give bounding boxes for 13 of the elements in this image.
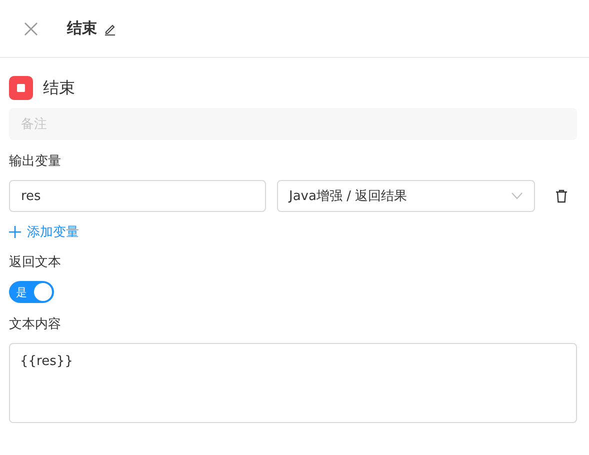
- close-icon[interactable]: [24, 22, 38, 36]
- field-label: 文本内容: [9, 316, 62, 333]
- trash-icon[interactable]: [555, 189, 568, 203]
- source-select[interactable]: Java增强 / 返回结果: [277, 180, 535, 212]
- text-content-field[interactable]: {{res}}: [9, 343, 577, 423]
- variable-name-field[interactable]: res: [9, 180, 266, 212]
- header-title: 结束: [67, 19, 97, 38]
- chevron-down-icon: [511, 192, 523, 200]
- field-label: 输出变量: [9, 153, 62, 170]
- stop-icon: [9, 76, 33, 100]
- node-name: 结束: [43, 78, 75, 98]
- field-label: 返回文本: [9, 254, 62, 271]
- plus-icon: [9, 226, 21, 238]
